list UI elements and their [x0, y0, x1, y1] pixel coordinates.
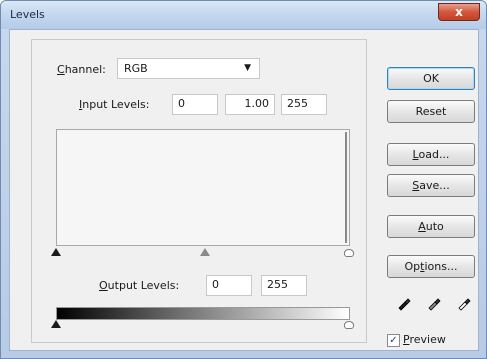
black-eyedropper-icon[interactable]	[396, 295, 412, 311]
load-button[interactable]: Load...	[387, 143, 475, 166]
channel-label: Channel:	[55, 63, 108, 76]
white-eyedropper-icon[interactable]	[456, 295, 472, 311]
save-button[interactable]: Save...	[387, 174, 475, 197]
title-bar: Levels x	[1, 1, 486, 29]
output-black-field[interactable]: 0	[206, 275, 252, 296]
output-gradient-bar	[56, 307, 350, 320]
input-gamma-field[interactable]: 1.00	[225, 94, 275, 115]
histogram	[56, 129, 350, 246]
auto-button[interactable]: Auto	[387, 215, 475, 238]
channel-select[interactable]: RGB ▼	[117, 58, 260, 79]
ok-button[interactable]: OK	[387, 67, 475, 90]
dialog-title: Levels	[10, 8, 45, 21]
output-levels-label: Output Levels:	[99, 279, 180, 292]
input-slider-track[interactable]	[51, 248, 354, 258]
gray-eyedropper-icon[interactable]	[426, 295, 442, 311]
output-black-slider[interactable]	[51, 320, 61, 328]
preview-label: Preview	[403, 333, 446, 346]
preview-checkbox[interactable]: ✓	[387, 334, 400, 347]
input-levels-label: Input Levels:	[79, 98, 150, 111]
input-black-field[interactable]: 0	[172, 94, 218, 115]
reset-button[interactable]: Reset	[387, 100, 475, 123]
chevron-down-icon: ▼	[244, 63, 251, 73]
input-gamma-slider[interactable]	[200, 248, 210, 256]
input-white-field[interactable]: 255	[281, 94, 327, 115]
close-button[interactable]: x	[438, 3, 480, 21]
channel-value: RGB	[124, 62, 148, 75]
output-white-slider[interactable]	[344, 321, 354, 329]
output-white-field[interactable]: 255	[261, 275, 307, 296]
input-black-slider[interactable]	[51, 248, 61, 256]
input-white-slider[interactable]	[344, 249, 354, 257]
levels-dialog: Levels x Channel: RGB ▼ Input Levels: 0 …	[0, 0, 487, 359]
options-button[interactable]: Options...	[387, 255, 475, 278]
